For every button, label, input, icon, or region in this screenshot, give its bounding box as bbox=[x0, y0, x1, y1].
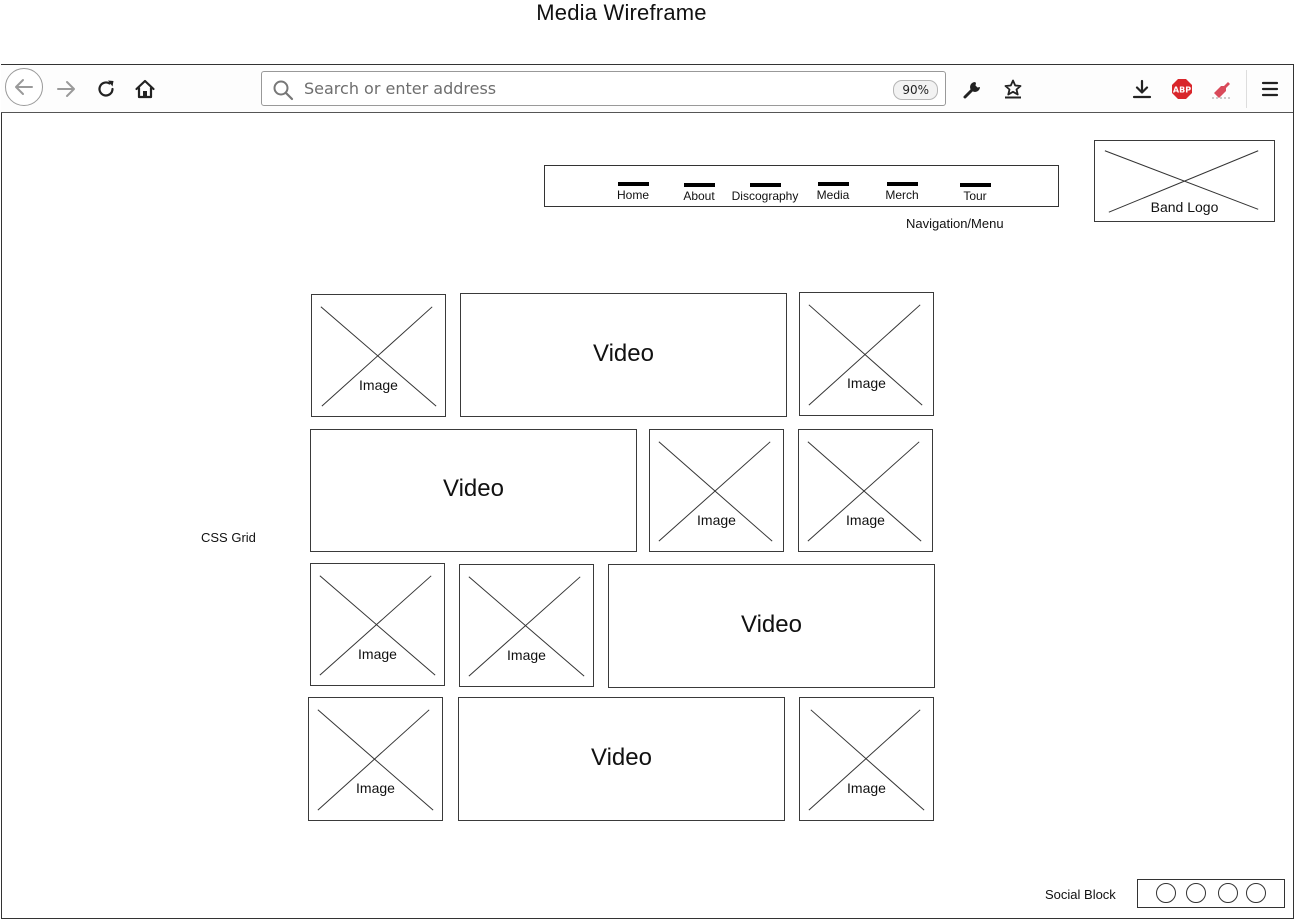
reload-icon bbox=[98, 80, 114, 97]
navigation-menu: Home About Discography Media Merch Tour bbox=[544, 165, 1059, 207]
nav-label: Discography bbox=[731, 189, 799, 203]
video-label: Video bbox=[741, 611, 802, 638]
social-block bbox=[1137, 879, 1285, 908]
forward-arrow-icon bbox=[57, 81, 75, 97]
reload-button[interactable] bbox=[91, 74, 121, 104]
social-icon[interactable] bbox=[1218, 883, 1238, 903]
placeholder-cross-icon bbox=[317, 709, 434, 811]
nav-item-home[interactable]: Home bbox=[611, 166, 655, 206]
wrench-icon bbox=[963, 82, 980, 99]
nav-item-media[interactable]: Media bbox=[811, 166, 855, 206]
nav-label: Merch bbox=[885, 188, 919, 202]
image-label: Image bbox=[847, 780, 886, 796]
placeholder-cross-icon bbox=[808, 709, 925, 811]
grid-image-placeholder: Image bbox=[310, 563, 445, 686]
nav-bar bbox=[817, 182, 849, 186]
nav-bar bbox=[959, 183, 991, 187]
social-icon[interactable] bbox=[1156, 883, 1176, 903]
hamburger-menu-icon bbox=[1261, 81, 1279, 97]
social-block-annotation: Social Block bbox=[1045, 887, 1116, 902]
search-icon bbox=[272, 79, 294, 101]
nav-bar bbox=[617, 182, 649, 186]
grid-video-placeholder: Video bbox=[310, 429, 637, 552]
grid-image-placeholder: Image bbox=[308, 697, 443, 821]
video-label: Video bbox=[593, 340, 654, 367]
grid-image-placeholder: Image bbox=[459, 564, 594, 687]
zoom-level-badge[interactable]: 90% bbox=[893, 80, 938, 100]
extension-icon bbox=[1212, 82, 1232, 99]
nav-item-discography[interactable]: Discography bbox=[725, 166, 805, 206]
grid-image-placeholder: Image bbox=[799, 697, 934, 821]
forward-button[interactable] bbox=[51, 74, 81, 104]
image-label: Image bbox=[507, 647, 546, 663]
placeholder-cross-icon bbox=[807, 441, 922, 542]
grid-image-placeholder: Image bbox=[798, 429, 933, 552]
placeholder-cross-icon bbox=[658, 441, 773, 542]
bookmark-star-icon bbox=[1004, 79, 1022, 99]
nav-bar bbox=[749, 183, 781, 187]
downloads-button[interactable] bbox=[1127, 74, 1157, 104]
image-label: Image bbox=[356, 780, 395, 796]
nav-bar bbox=[886, 182, 918, 186]
back-arrow-icon bbox=[15, 79, 33, 95]
placeholder-cross-icon bbox=[468, 576, 585, 677]
svg-text:ABP: ABP bbox=[1173, 86, 1191, 95]
back-button[interactable] bbox=[5, 68, 43, 106]
social-icon[interactable] bbox=[1246, 883, 1266, 903]
css-grid-annotation: CSS Grid bbox=[201, 530, 256, 545]
image-label: Image bbox=[359, 377, 398, 393]
band-logo-label: Band Logo bbox=[1150, 199, 1219, 215]
band-logo-placeholder: Band Logo bbox=[1094, 140, 1275, 222]
image-label: Image bbox=[358, 646, 397, 662]
nav-label: Tour bbox=[963, 189, 987, 203]
nav-label: About bbox=[683, 189, 715, 203]
video-label: Video bbox=[591, 744, 652, 771]
download-icon bbox=[1132, 79, 1152, 99]
page-title: Media Wireframe bbox=[536, 0, 707, 25]
adblock-button[interactable]: ABP bbox=[1167, 74, 1197, 104]
grid-video-placeholder: Video bbox=[608, 564, 935, 688]
nav-item-merch[interactable]: Merch bbox=[880, 166, 924, 206]
address-bar[interactable]: 90% bbox=[261, 71, 946, 106]
home-button[interactable] bbox=[130, 74, 160, 104]
navigation-annotation: Navigation/Menu bbox=[906, 216, 1004, 231]
social-icon[interactable] bbox=[1186, 883, 1206, 903]
image-label: Image bbox=[697, 512, 736, 528]
extension-button[interactable] bbox=[1207, 74, 1237, 104]
bookmark-button[interactable] bbox=[998, 74, 1028, 104]
grid-image-placeholder: Image bbox=[649, 429, 784, 552]
address-input[interactable] bbox=[304, 72, 864, 105]
nav-label: Home bbox=[616, 188, 649, 202]
image-label: Image bbox=[846, 512, 885, 528]
toolbar-divider bbox=[1246, 70, 1247, 108]
grid-image-placeholder: Image bbox=[799, 292, 934, 416]
nav-label: Media bbox=[816, 188, 850, 202]
placeholder-cross-icon bbox=[808, 304, 923, 406]
nav-item-about[interactable]: About bbox=[677, 166, 721, 206]
placeholder-cross-icon bbox=[319, 575, 436, 676]
placeholder-cross-icon bbox=[320, 306, 437, 407]
grid-image-placeholder: Image bbox=[311, 294, 446, 417]
grid-video-placeholder: Video bbox=[460, 293, 787, 417]
nav-item-tour[interactable]: Tour bbox=[953, 166, 997, 206]
main-menu-button[interactable] bbox=[1255, 74, 1285, 104]
nav-bar bbox=[683, 183, 715, 187]
grid-video-placeholder: Video bbox=[458, 697, 785, 821]
home-icon bbox=[135, 79, 155, 99]
video-label: Video bbox=[443, 475, 504, 502]
image-label: Image bbox=[847, 375, 886, 391]
adblock-icon: ABP bbox=[1172, 79, 1192, 99]
customize-button[interactable] bbox=[958, 74, 988, 104]
